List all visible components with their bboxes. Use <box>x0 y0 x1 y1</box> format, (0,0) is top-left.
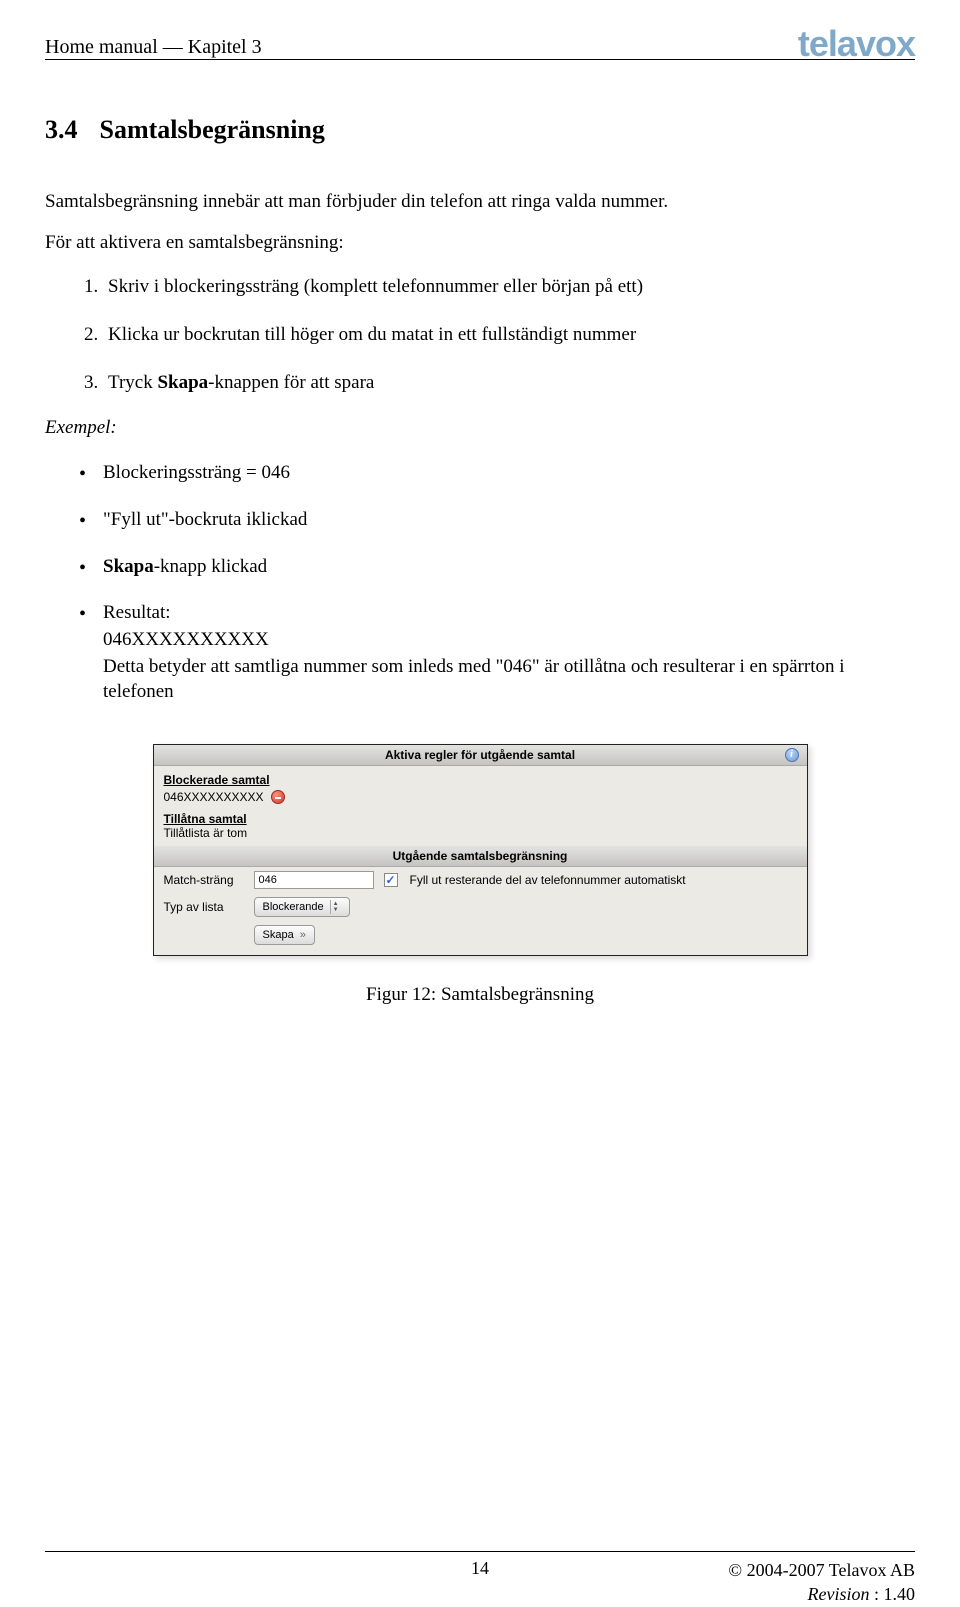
page-header: Home manual — Kapitel 3 telavox <box>45 30 915 60</box>
example-bullets: Blockeringssträng = 046 "Fyll ut"-bockru… <box>103 461 915 704</box>
row-create: Skapa » <box>154 921 807 955</box>
figure-wrapper: Aktiva regler för utgående samtal i Bloc… <box>45 744 915 1006</box>
steps-list: Skriv i blockeringssträng (komplett tele… <box>103 274 915 395</box>
example-label: Exempel: <box>45 417 915 439</box>
match-input[interactable]: 046 <box>254 871 374 889</box>
row-match: Match-sträng 046 ✓ Fyll ut resterande de… <box>154 867 807 893</box>
bullet-2: "Fyll ut"-bockruta iklickad <box>103 508 915 533</box>
doc-title: Home manual — Kapitel 3 <box>45 36 262 59</box>
intro-paragraph: Samtalsbegränsning innebär att man förbj… <box>45 190 915 215</box>
row-type: Typ av lista Blockerande ▲▼ <box>154 893 807 921</box>
panel-titlebar-2: Utgående samtalsbegränsning <box>154 846 807 867</box>
figure-caption: Figur 12: Samtalsbegränsning <box>366 984 594 1006</box>
revision-label: Revision <box>808 1584 870 1604</box>
label-type: Typ av lista <box>164 900 244 914</box>
label-match: Match-sträng <box>164 873 244 887</box>
checkbox-label: Fyll ut resterande del av telefonnummer … <box>410 873 686 887</box>
create-button[interactable]: Skapa » <box>254 925 315 945</box>
step-3: Tryck Skapa-knappen för att spara <box>103 370 915 396</box>
allowed-heading: Tillåtna samtal <box>164 812 797 826</box>
section-title: Samtalsbegränsning <box>100 115 325 144</box>
blocked-value: 046XXXXXXXXXX <box>164 790 264 804</box>
section-heading: 3.4 Samtalsbegränsning <box>45 115 915 145</box>
blocked-heading: Blockerade samtal <box>164 773 797 787</box>
step-1: Skriv i blockeringssträng (komplett tele… <box>103 274 915 300</box>
section-number: 3.4 <box>45 115 78 144</box>
panel-title-1: Aktiva regler för utgående samtal <box>385 748 575 762</box>
step-2: Klicka ur bockrutan till höger om du mat… <box>103 322 915 348</box>
blocked-row: 046XXXXXXXXXX <box>164 787 797 810</box>
select-stepper-icon: ▲▼ <box>330 900 341 914</box>
revision-value: 1.40 <box>884 1584 916 1604</box>
bullet-1: Blockeringssträng = 046 <box>103 461 915 486</box>
fill-checkbox[interactable]: ✓ <box>384 873 398 887</box>
brand-logo: telavox <box>798 30 915 59</box>
info-icon[interactable]: i <box>785 748 799 762</box>
bullet-4: Resultat: 046XXXXXXXXXX Detta betyder at… <box>103 601 915 704</box>
page-number: 14 <box>471 1558 489 1579</box>
copyright: © 2004-2007 Telavox AB <box>728 1560 915 1580</box>
panel-title-2: Utgående samtalsbegränsning <box>393 849 568 863</box>
remove-icon[interactable] <box>271 790 285 804</box>
activate-paragraph: För att aktivera en samtalsbegränsning: <box>45 232 915 254</box>
page-footer: 14 © 2004-2007 Telavox AB Revision : 1.4… <box>45 1551 915 1558</box>
chevron-right-icon: » <box>300 929 306 941</box>
panel-titlebar-1: Aktiva regler för utgående samtal i <box>154 745 807 766</box>
type-select[interactable]: Blockerande ▲▼ <box>254 897 350 917</box>
allowed-value: Tillåtlista är tom <box>164 826 797 846</box>
screenshot-panel: Aktiva regler för utgående samtal i Bloc… <box>153 744 808 956</box>
bullet-3: Skapa-knapp klickad <box>103 555 915 580</box>
